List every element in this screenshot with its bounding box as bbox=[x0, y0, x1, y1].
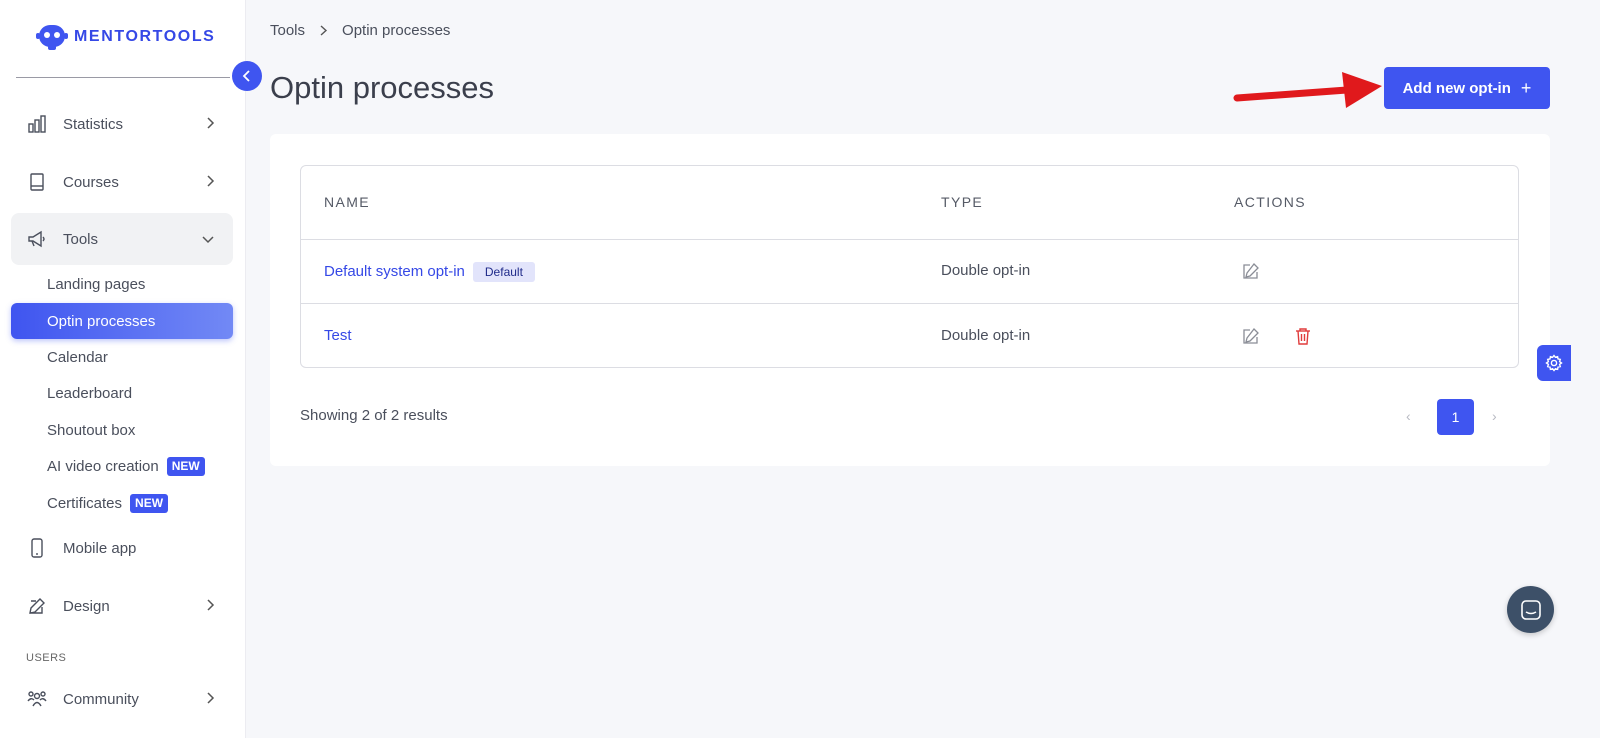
pagination-next-button[interactable]: › bbox=[1492, 408, 1497, 424]
chevron-right-icon bbox=[207, 175, 215, 187]
sidebar-item-label: Landing pages bbox=[47, 275, 146, 293]
results-summary: Showing 2 of 2 results bbox=[300, 407, 448, 424]
chevron-right-icon bbox=[207, 692, 215, 704]
gear-icon bbox=[1545, 354, 1563, 372]
sidebar-item-certificates[interactable]: Certificates NEW bbox=[11, 485, 233, 521]
settings-tab-button[interactable] bbox=[1537, 345, 1571, 381]
sidebar-item-label: AI video creation bbox=[47, 457, 159, 475]
sidebar-item-landing-pages[interactable]: Landing pages bbox=[11, 266, 233, 302]
chat-launcher-button[interactable] bbox=[1507, 586, 1554, 633]
chevron-left-icon bbox=[242, 70, 250, 82]
sidebar-item-courses[interactable]: Courses bbox=[11, 156, 233, 208]
brand-name: MENTORTOOLS bbox=[74, 28, 216, 45]
sidebar-item-label: Statistics bbox=[63, 115, 124, 133]
table-row: Default system opt-in Default Double opt-… bbox=[301, 240, 1518, 304]
sidebar-item-mobile-app[interactable]: Mobile app bbox=[11, 522, 233, 574]
new-badge: NEW bbox=[166, 456, 205, 476]
community-icon bbox=[27, 689, 47, 709]
trash-icon[interactable] bbox=[1293, 326, 1313, 346]
edit-icon[interactable] bbox=[1241, 261, 1261, 281]
sidebar-item-label: Certificates bbox=[47, 494, 123, 512]
chevron-down-icon bbox=[202, 236, 214, 244]
section-label-users: USERS bbox=[26, 652, 67, 664]
sidebar-item-label: Community bbox=[63, 690, 139, 708]
breadcrumb: Tools Optin processes bbox=[270, 22, 450, 39]
optin-table: NAME TYPE ACTIONS Default system opt-in D… bbox=[300, 165, 1519, 368]
sidebar-item-leaderboard[interactable]: Leaderboard bbox=[11, 375, 233, 411]
sidebar-item-shoutout-box[interactable]: Shoutout box bbox=[11, 412, 233, 448]
sidebar-item-label: Mobile app bbox=[63, 539, 137, 557]
type-cell: Double opt-in bbox=[941, 327, 1031, 344]
sidebar-item-label: Tools bbox=[63, 230, 99, 248]
divider bbox=[16, 77, 230, 78]
sidebar-item-tools[interactable]: Tools bbox=[11, 213, 233, 265]
plus-icon: + bbox=[1520, 77, 1532, 98]
sidebar-item-optin-processes[interactable]: Optin processes bbox=[11, 303, 233, 339]
name-cell: Test bbox=[324, 327, 352, 344]
sidebar-item-label: Shoutout box bbox=[47, 421, 136, 439]
sidebar-item-label: Calendar bbox=[47, 348, 108, 366]
optin-list-card: NAME TYPE ACTIONS Default system opt-in D… bbox=[270, 134, 1550, 466]
page-title: Optin processes bbox=[270, 70, 494, 105]
chat-icon bbox=[1520, 599, 1541, 620]
chevron-right-icon bbox=[207, 117, 215, 129]
bar-chart-icon bbox=[27, 114, 47, 134]
book-icon bbox=[27, 172, 47, 192]
annotation-arrow-icon bbox=[1233, 72, 1382, 108]
sidebar-item-label: Optin processes bbox=[47, 312, 156, 330]
sidebar-item-ai-video-creation[interactable]: AI video creation NEW bbox=[11, 448, 233, 484]
robot-logo-icon bbox=[36, 25, 68, 50]
sidebar-item-statistics[interactable]: Statistics bbox=[11, 98, 233, 150]
name-cell: Default system opt-in Default bbox=[324, 262, 535, 282]
sidebar-item-label: Design bbox=[63, 597, 110, 615]
new-badge: NEW bbox=[130, 493, 169, 513]
sidebar: MENTORTOOLS Statistics Courses Tools Lan… bbox=[0, 0, 246, 738]
column-header-type: TYPE bbox=[941, 194, 984, 210]
brand-logo[interactable]: MENTORTOOLS bbox=[36, 22, 215, 52]
chevron-right-icon bbox=[320, 25, 328, 36]
mobile-icon bbox=[27, 538, 47, 558]
pencil-icon bbox=[27, 596, 47, 616]
sidebar-item-community[interactable]: Community bbox=[11, 673, 233, 725]
optin-name-link[interactable]: Default system opt-in bbox=[324, 263, 465, 280]
megaphone-icon bbox=[27, 229, 47, 249]
chevron-right-icon bbox=[207, 599, 215, 611]
default-badge: Default bbox=[472, 262, 535, 282]
collapse-sidebar-button[interactable] bbox=[232, 61, 262, 91]
table-row: Test Double opt-in bbox=[301, 305, 1518, 369]
sidebar-item-label: Courses bbox=[63, 173, 119, 191]
pagination-prev-button[interactable]: ‹ bbox=[1406, 408, 1411, 424]
edit-icon[interactable] bbox=[1241, 326, 1261, 346]
sidebar-item-calendar[interactable]: Calendar bbox=[11, 339, 233, 375]
sidebar-item-design[interactable]: Design bbox=[11, 580, 233, 632]
optin-name-link[interactable]: Test bbox=[324, 327, 352, 344]
column-header-name: NAME bbox=[324, 194, 371, 210]
type-cell: Double opt-in bbox=[941, 262, 1031, 279]
add-new-optin-button[interactable]: Add new opt-in + bbox=[1384, 67, 1550, 109]
table-header: NAME TYPE ACTIONS bbox=[301, 166, 1518, 240]
pagination-page-button[interactable]: 1 bbox=[1437, 399, 1474, 435]
breadcrumb-current: Optin processes bbox=[342, 22, 451, 39]
column-header-actions: ACTIONS bbox=[1234, 194, 1307, 210]
add-button-label: Add new opt-in bbox=[1402, 79, 1511, 97]
breadcrumb-link-tools[interactable]: Tools bbox=[270, 22, 305, 39]
sidebar-item-label: Leaderboard bbox=[47, 384, 133, 402]
